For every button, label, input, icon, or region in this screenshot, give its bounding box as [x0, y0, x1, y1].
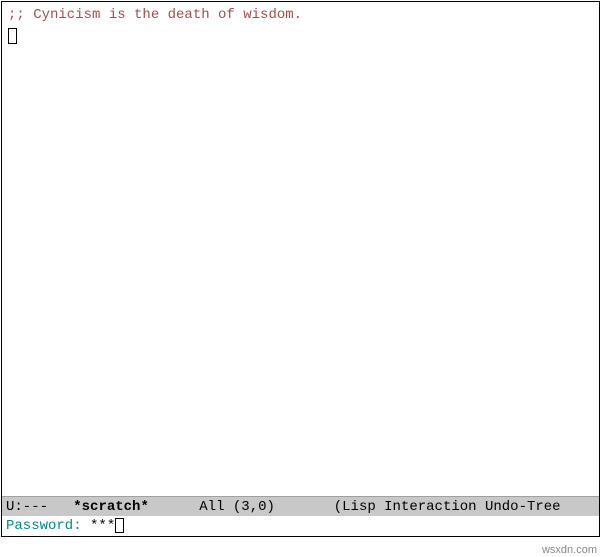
buffer-comment-line: ;; Cynicism is the death of wisdom.: [8, 6, 593, 24]
scratch-buffer[interactable]: ;; Cynicism is the death of wisdom.: [2, 2, 599, 496]
modeline-buffer-name: *scratch*: [73, 499, 149, 515]
minibuffer-cursor: [115, 518, 124, 533]
modeline-modes: (Lisp Interaction Undo-Tree: [334, 499, 561, 515]
minibuffer[interactable]: Password: ***: [2, 516, 599, 536]
mode-line[interactable]: U:--- *scratch* All (3,0) (Lisp Interact…: [2, 496, 599, 516]
minibuffer-prompt: Password:: [6, 518, 90, 534]
buffer-empty-line: [8, 24, 593, 45]
watermark: wsxdn.com: [542, 543, 597, 557]
point-cursor: [8, 28, 17, 44]
minibuffer-input-value: ***: [90, 518, 115, 534]
modeline-status: U:---: [6, 499, 48, 515]
emacs-frame: ;; Cynicism is the death of wisdom. U:--…: [1, 1, 600, 537]
modeline-coords: (3,0): [233, 499, 275, 515]
modeline-position: All: [199, 499, 224, 515]
